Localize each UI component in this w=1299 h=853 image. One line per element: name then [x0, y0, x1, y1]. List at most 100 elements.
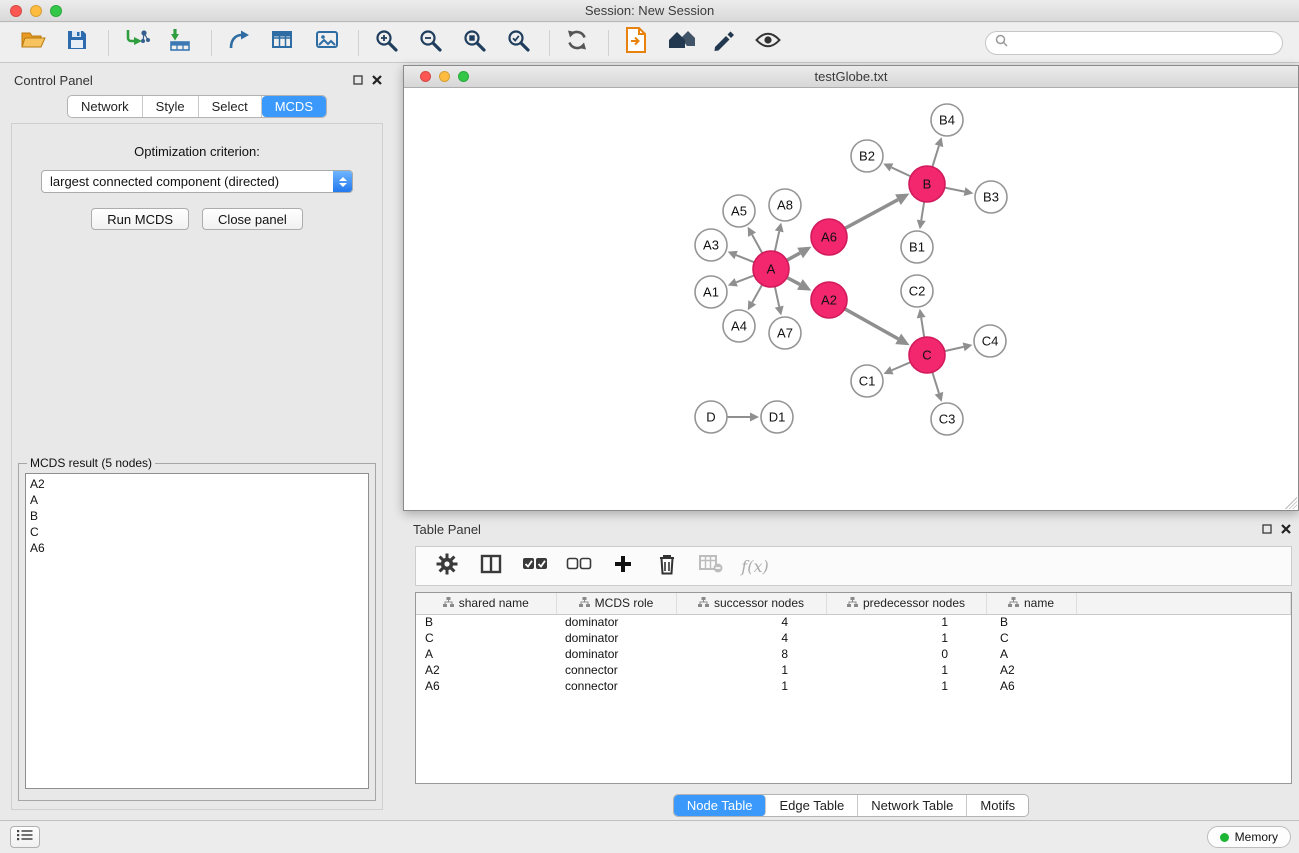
cell-predecessor[interactable]: 1 [826, 662, 986, 678]
graph-edge-C-C1[interactable] [892, 362, 911, 370]
graph-edge-A-A7[interactable] [775, 287, 779, 307]
minimize-window-button[interactable] [30, 5, 42, 17]
refresh-button[interactable] [560, 28, 594, 58]
graph-edge-B-B1[interactable] [921, 202, 924, 221]
cell-predecessor[interactable]: 1 [826, 614, 986, 630]
memory-button[interactable]: Memory [1207, 826, 1291, 848]
graph-edge-A-A4[interactable] [752, 285, 762, 303]
tab-node-table[interactable]: Node Table [674, 795, 767, 816]
open-document-button[interactable] [619, 28, 653, 58]
optimization-criterion-select[interactable]: largest connected component (directed) [41, 170, 353, 193]
zoom-in-button[interactable] [369, 28, 403, 58]
close-panel-action-button[interactable]: Close panel [202, 208, 303, 230]
cell-name[interactable]: A2 [986, 662, 1076, 678]
graph-edge-A-A8[interactable] [775, 231, 779, 251]
annotation-button[interactable] [707, 28, 741, 58]
mcds-result-list[interactable]: A2ABCA6 [25, 473, 369, 789]
cell-mcds_role[interactable]: connector [556, 678, 676, 694]
tab-style[interactable]: Style [143, 96, 199, 117]
network-zoom-button[interactable] [458, 71, 469, 82]
table-row[interactable]: Adominator80A [416, 646, 1291, 662]
import-network-button[interactable] [119, 28, 153, 58]
close-panel-button[interactable] [1281, 524, 1291, 534]
mcds-result-item[interactable]: B [30, 508, 364, 524]
resize-grip[interactable] [1285, 497, 1297, 509]
import-table-button[interactable] [163, 28, 197, 58]
cell-predecessor[interactable]: 0 [826, 646, 986, 662]
graph-edge-A-A3[interactable] [736, 255, 754, 262]
mcds-result-item[interactable]: A2 [30, 476, 364, 492]
close-panel-button[interactable] [372, 75, 382, 85]
cell-mcds_role[interactable]: dominator [556, 630, 676, 646]
select-all-button[interactable] [518, 551, 552, 581]
mcds-result-item[interactable]: A6 [30, 540, 364, 556]
cell-successor[interactable]: 4 [676, 614, 826, 630]
graph-edge-B-B3[interactable] [945, 188, 965, 192]
close-window-button[interactable] [10, 5, 22, 17]
cell-name[interactable]: C [986, 630, 1076, 646]
graph-edge-B-B2[interactable] [891, 167, 910, 176]
tab-select[interactable]: Select [199, 96, 262, 117]
graph-edge-A-A6[interactable] [787, 253, 800, 260]
cell-shared_name[interactable]: A2 [416, 662, 556, 678]
graph-edge-B-B4[interactable] [932, 146, 939, 167]
cell-shared_name[interactable]: C [416, 630, 556, 646]
graph-edge-C-C3[interactable] [932, 372, 939, 393]
graph-edge-A6-B[interactable] [845, 200, 898, 229]
column-header-successor-nodes[interactable]: successor nodes [676, 593, 826, 614]
table-settings-button[interactable] [430, 551, 464, 581]
network-window-titlebar[interactable]: testGlobe.txt [404, 66, 1298, 88]
column-header-name[interactable]: name [986, 593, 1076, 614]
table-row[interactable]: A6connector11A6 [416, 678, 1291, 694]
zoom-fit-button[interactable] [457, 28, 491, 58]
delete-row-button[interactable] [650, 551, 684, 581]
graph-edge-C-C2[interactable] [921, 318, 924, 338]
cell-name[interactable]: A [986, 646, 1076, 662]
tab-network[interactable]: Network [68, 96, 143, 117]
cell-mcds_role[interactable]: dominator [556, 646, 676, 662]
home-button[interactable] [663, 28, 697, 58]
cell-predecessor[interactable]: 1 [826, 678, 986, 694]
run-mcds-button[interactable]: Run MCDS [91, 208, 189, 230]
cell-shared_name[interactable]: B [416, 614, 556, 630]
network-minimize-button[interactable] [439, 71, 450, 82]
graph-edge-C-C4[interactable] [945, 347, 964, 351]
zoom-selected-button[interactable] [501, 28, 535, 58]
cell-shared_name[interactable]: A6 [416, 678, 556, 694]
cell-successor[interactable]: 8 [676, 646, 826, 662]
export-image-button[interactable] [310, 28, 344, 58]
task-history-button[interactable] [10, 826, 40, 848]
tab-network-table[interactable]: Network Table [858, 795, 967, 816]
new-table-button[interactable] [266, 28, 300, 58]
deselect-all-button[interactable] [562, 551, 596, 581]
network-canvas[interactable]: B4B2BB3A5A8A6A3B1AA1C2A2A4A7CC4C1C3DD1 [404, 88, 1298, 510]
mcds-result-item[interactable]: A [30, 492, 364, 508]
tab-edge-table[interactable]: Edge Table [766, 795, 858, 816]
cell-successor[interactable]: 1 [676, 678, 826, 694]
cell-mcds_role[interactable]: connector [556, 662, 676, 678]
search-input[interactable] [1013, 36, 1273, 50]
column-header-mcds-role[interactable]: MCDS role [556, 593, 676, 614]
tab-mcds[interactable]: MCDS [262, 96, 326, 117]
open-session-button[interactable] [16, 28, 50, 58]
cell-predecessor[interactable]: 1 [826, 630, 986, 646]
toggle-columns-button[interactable] [474, 551, 508, 581]
column-header-shared-name[interactable]: shared name [416, 593, 556, 614]
zoom-out-button[interactable] [413, 28, 447, 58]
new-network-button[interactable] [222, 28, 256, 58]
cell-name[interactable]: B [986, 614, 1076, 630]
save-session-button[interactable] [60, 28, 94, 58]
float-panel-button[interactable] [1262, 524, 1272, 534]
graph-edge-A2-C[interactable] [845, 309, 899, 339]
network-close-button[interactable] [420, 71, 431, 82]
cell-name[interactable]: A6 [986, 678, 1076, 694]
zoom-window-button[interactable] [50, 5, 62, 17]
cell-successor[interactable]: 4 [676, 630, 826, 646]
graph-edge-A-A2[interactable] [787, 277, 800, 284]
graph-edge-A-A1[interactable] [736, 275, 754, 282]
column-header-predecessor-nodes[interactable]: predecessor nodes [826, 593, 986, 614]
tab-motifs[interactable]: Motifs [967, 795, 1028, 816]
cell-successor[interactable]: 1 [676, 662, 826, 678]
table-row[interactable]: Bdominator41B [416, 614, 1291, 630]
mcds-result-item[interactable]: C [30, 524, 364, 540]
